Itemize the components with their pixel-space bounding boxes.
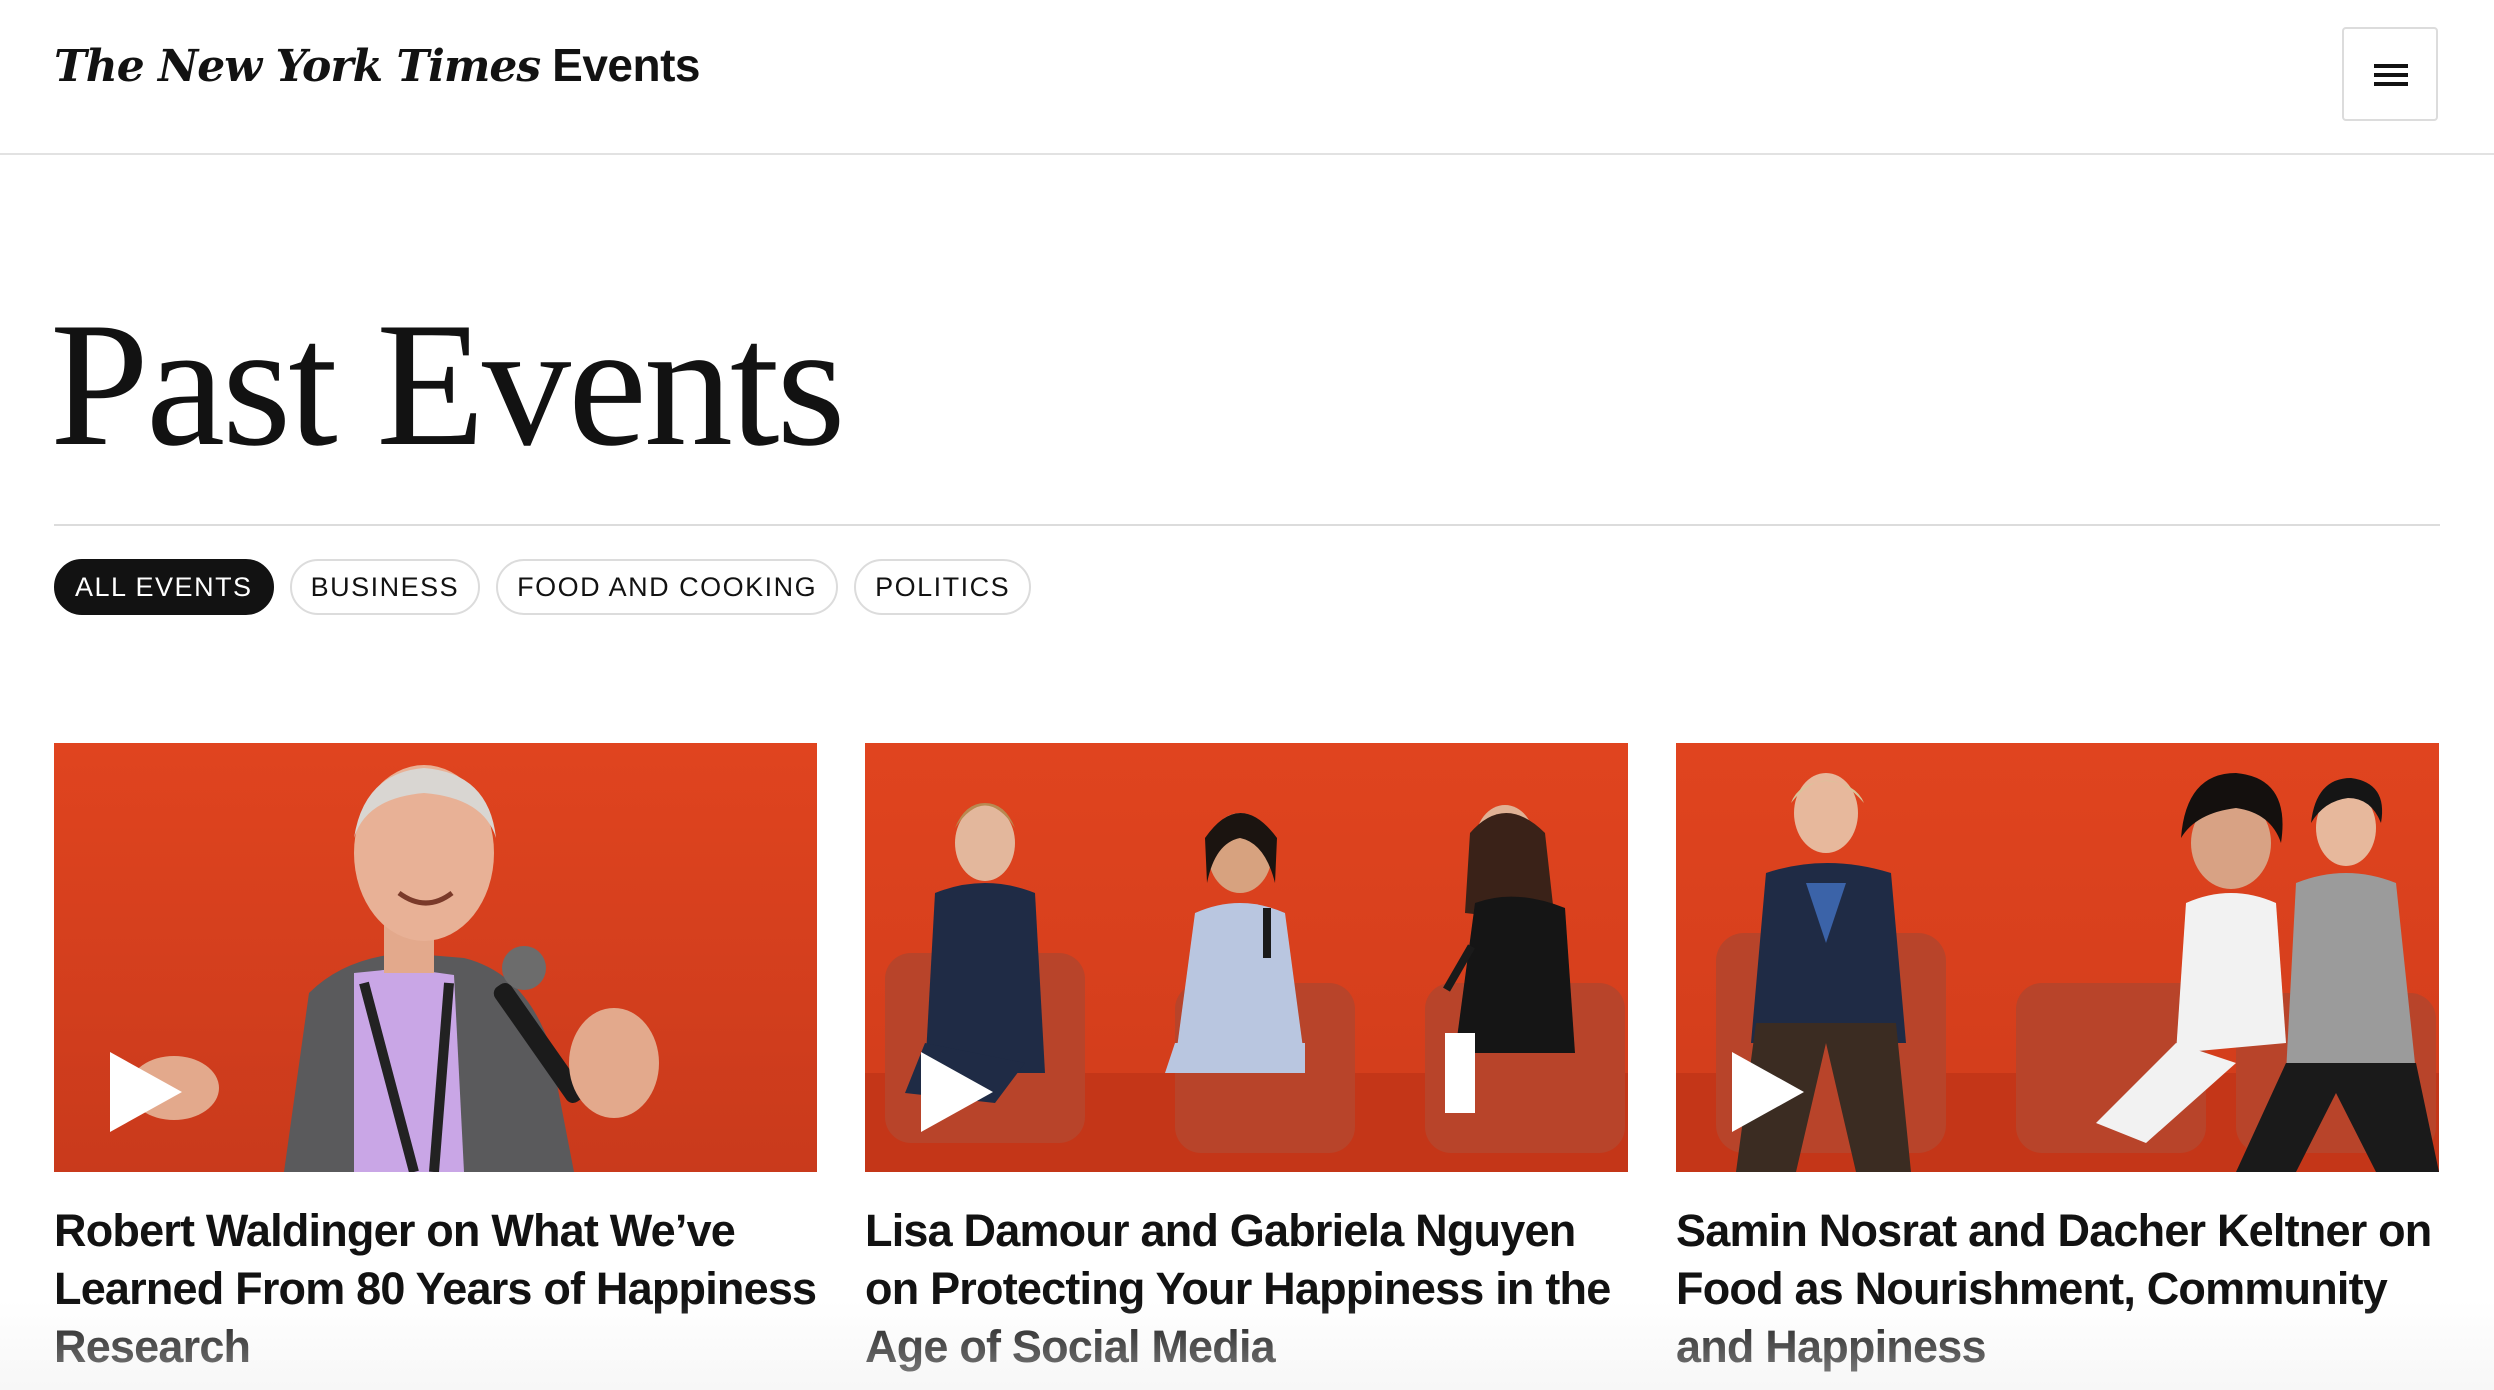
event-card[interactable]: Lisa Damour and Gabriela Nguyen on Prote… bbox=[865, 743, 1628, 1376]
event-video-thumbnail[interactable] bbox=[54, 743, 817, 1172]
event-video-thumbnail[interactable] bbox=[865, 743, 1628, 1172]
nyt-events-logo[interactable]: The New York Times Events bbox=[54, 38, 701, 92]
event-video-thumbnail[interactable] bbox=[1676, 743, 2439, 1172]
filter-politics[interactable]: POLITICS bbox=[854, 559, 1032, 615]
page-title: Past Events bbox=[50, 285, 846, 483]
event-title[interactable]: Samin Nosrat and Dacher Keltner on Food … bbox=[1676, 1172, 2439, 1376]
event-title[interactable]: Lisa Damour and Gabriela Nguyen on Prote… bbox=[865, 1172, 1628, 1376]
hamburger-menu-icon bbox=[2374, 64, 2408, 86]
filter-food-and-cooking[interactable]: FOOD AND COOKING bbox=[496, 559, 839, 615]
logo-events-wordmark: Events bbox=[552, 39, 701, 91]
filter-all-events[interactable]: ALL EVENTS bbox=[54, 559, 274, 615]
title-divider bbox=[54, 524, 2440, 526]
event-card[interactable]: Samin Nosrat and Dacher Keltner on Food … bbox=[1676, 743, 2439, 1376]
site-header: The New York Times Events bbox=[0, 0, 2494, 155]
menu-button[interactable] bbox=[2342, 27, 2438, 121]
event-card[interactable]: Robert Waldinger on What We’ve Learned F… bbox=[54, 743, 817, 1376]
event-title[interactable]: Robert Waldinger on What We’ve Learned F… bbox=[54, 1172, 817, 1376]
filter-business[interactable]: BUSINESS bbox=[289, 559, 481, 615]
category-filters: ALL EVENTS BUSINESS FOOD AND COOKING POL… bbox=[54, 559, 1032, 615]
play-icon[interactable] bbox=[921, 1052, 993, 1132]
logo-nyt-wordmark: The New York Times bbox=[54, 41, 541, 92]
play-icon[interactable] bbox=[1732, 1052, 1804, 1132]
play-icon[interactable] bbox=[110, 1052, 182, 1132]
